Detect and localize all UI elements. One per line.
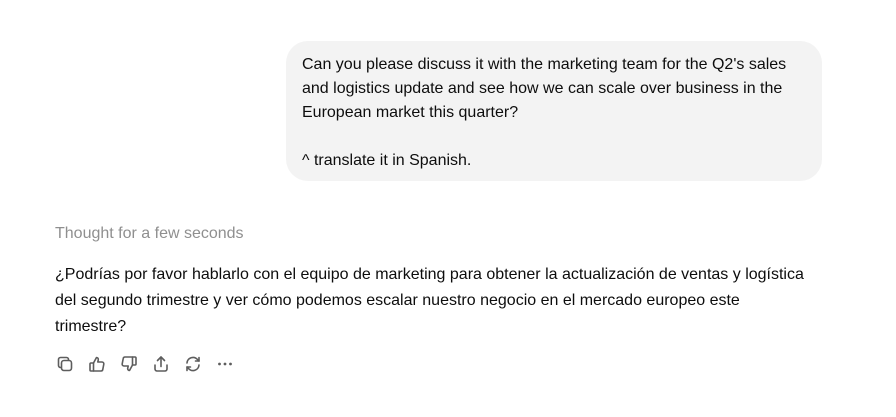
copy-icon [57,356,73,372]
user-message-bubble: Can you please discuss it with the marke… [286,41,822,181]
more-icon [218,362,232,366]
assistant-reply-line: ¿Podrías por favor hablarlo con el equip… [55,266,804,283]
thumbs-down-icon [121,356,137,372]
user-message-line: European market this quarter? [302,104,519,121]
user-message-line: and logistics update and see how we can … [302,80,783,97]
bad-response-button[interactable] [118,353,140,375]
assistant-reply-line: trimestre? [55,318,127,335]
copy-button[interactable] [54,353,76,375]
user-message-line: Can you please discuss it with the marke… [302,56,787,73]
good-response-button[interactable] [86,353,108,375]
assistant-reply: ¿Podrías por favor hablarlo con el equip… [55,262,845,340]
thought-duration-toggle[interactable]: Thought for a few seconds [55,222,244,246]
regenerate-icon [186,356,200,372]
regenerate-button[interactable] [182,353,204,375]
message-action-bar [54,353,246,375]
share-button[interactable] [150,353,172,375]
thumbs-up-icon [89,356,105,372]
user-message-line: ^ translate it in Spanish. [302,152,472,169]
share-icon [154,356,168,372]
more-options-button[interactable] [214,353,236,375]
assistant-reply-line: del segundo trimestre y ver cómo podemos… [55,292,740,309]
